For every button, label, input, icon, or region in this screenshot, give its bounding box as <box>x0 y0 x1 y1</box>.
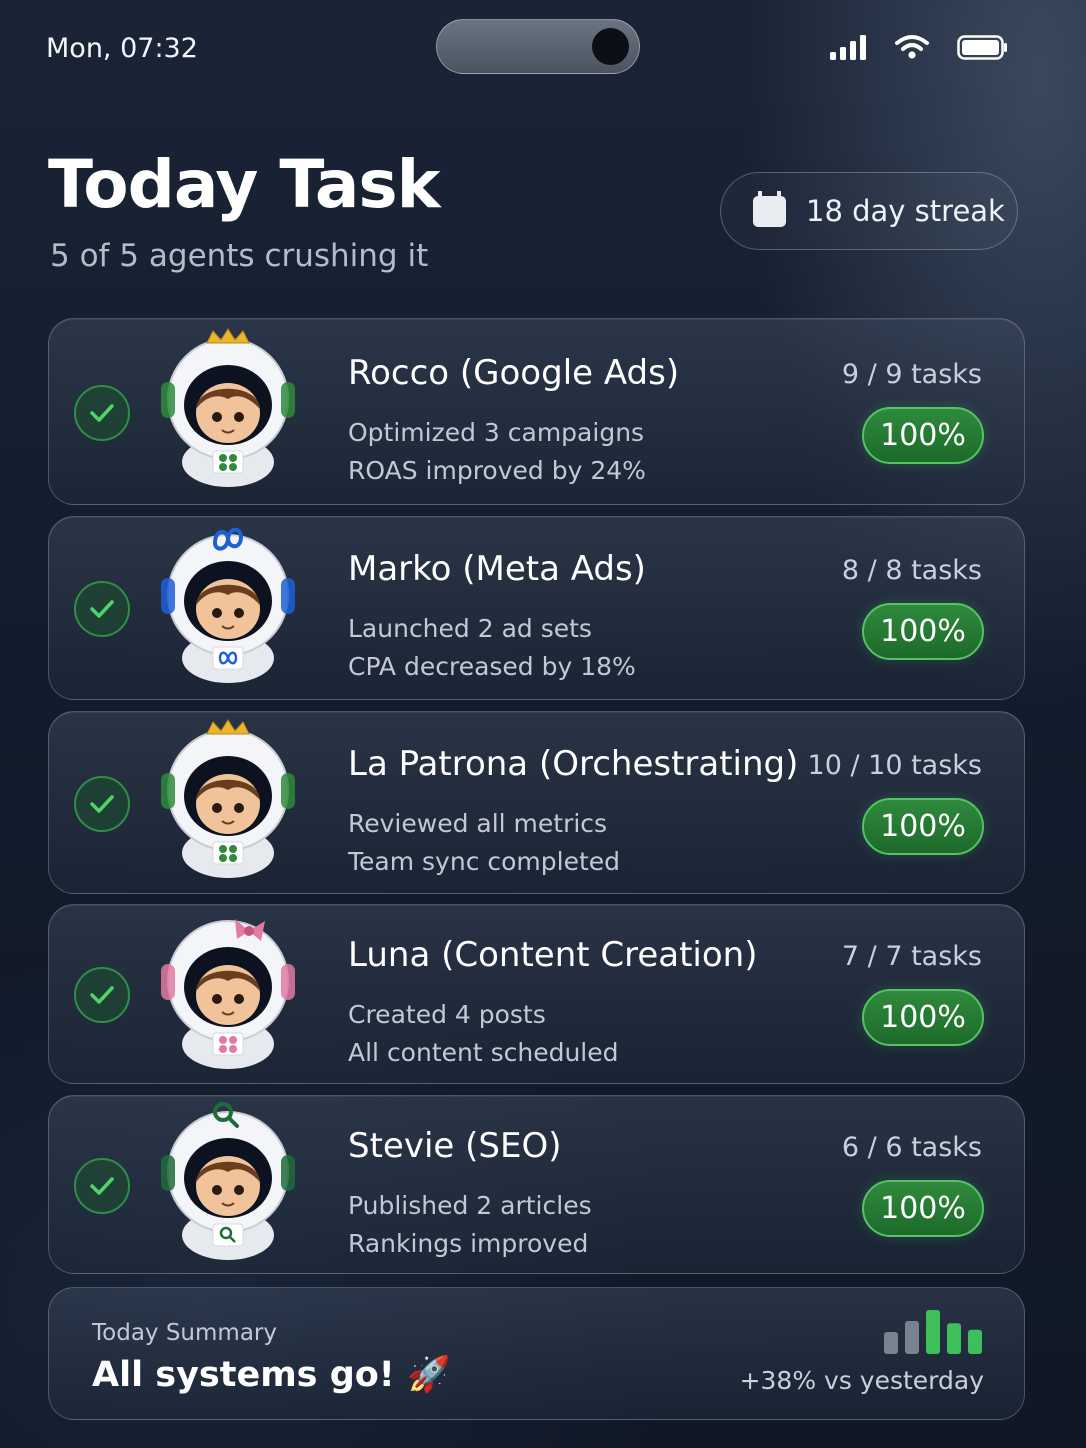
agent-detail-1: Reviewed all metrics <box>348 808 608 838</box>
wifi-icon <box>895 35 929 59</box>
summary-card[interactable]: Today Summary All systems go! 🚀 +38% vs … <box>48 1287 1025 1420</box>
completion-badge: 100% <box>862 406 984 464</box>
completion-badge: 100% <box>862 1179 984 1237</box>
task-count: 6 / 6 tasks <box>841 1131 982 1163</box>
agent-detail-2: Team sync completed <box>348 846 621 876</box>
summary-trend: +38% vs yesterday <box>739 1366 984 1395</box>
dynamic-island <box>436 19 640 74</box>
streak-badge[interactable]: 18 day streak <box>720 172 1018 250</box>
trend-bar <box>884 1332 898 1354</box>
task-count: 10 / 10 tasks <box>807 749 982 781</box>
check-icon <box>74 384 130 441</box>
agent-card[interactable]: Rocco (Google Ads) Optimized 3 campaigns R… <box>48 318 1025 505</box>
check-icon <box>74 1157 130 1214</box>
astronaut-crown-clover-icon <box>157 718 299 882</box>
agent-name: Stevie (SEO) <box>348 1125 562 1166</box>
trend-bars-icon <box>884 1310 982 1354</box>
calendar-icon <box>753 190 786 227</box>
completion-badge: 100% <box>862 603 984 660</box>
agent-name: Marko (Meta Ads) <box>348 549 646 589</box>
page-title: Today Task <box>48 146 441 223</box>
agent-card[interactable]: Stevie (SEO) Published 2 articles Rankings… <box>48 1095 1025 1274</box>
agent-card[interactable]: Luna (Content Creation) Created 4 posts Al… <box>48 904 1025 1084</box>
trend-bar <box>968 1329 982 1354</box>
task-count: 9 / 9 tasks <box>841 358 982 390</box>
agent-detail-1: Published 2 articles <box>348 1190 592 1220</box>
signal-icon <box>830 34 866 60</box>
status-time: Mon, 07:32 <box>46 33 198 64</box>
agent-card[interactable]: Marko (Meta Ads) Launched 2 ad sets CPA de… <box>48 516 1025 700</box>
streak-label: 18 day streak <box>806 194 1005 228</box>
agent-card[interactable]: La Patrona (Orchestrating) Reviewed all m… <box>48 711 1025 894</box>
summary-label: Today Summary <box>92 1320 277 1346</box>
astronaut-crown-clover-icon <box>157 327 299 491</box>
task-count: 8 / 8 tasks <box>841 555 982 586</box>
trend-bar <box>947 1323 961 1354</box>
camera-dot <box>592 28 629 65</box>
agent-name: Rocco (Google Ads) <box>348 352 680 393</box>
completion-badge: 100% <box>862 989 984 1046</box>
agent-detail-2: CPA decreased by 18% <box>348 652 636 681</box>
trend-bar <box>905 1321 919 1354</box>
agent-detail-2: All content scheduled <box>348 1038 619 1067</box>
check-icon <box>74 581 130 637</box>
trend-bar <box>926 1310 940 1354</box>
task-count: 7 / 7 tasks <box>841 941 982 972</box>
agent-detail-1: Launched 2 ad sets <box>348 614 592 643</box>
battery-icon <box>957 34 1007 60</box>
summary-text: All systems go! 🚀 <box>92 1355 451 1395</box>
check-icon <box>74 967 130 1023</box>
astronaut-meta-icon <box>157 523 299 687</box>
page-subtitle: 5 of 5 agents crushing it <box>50 238 429 274</box>
status-icons <box>830 34 1008 60</box>
astronaut-magnifier-icon <box>157 1100 299 1264</box>
agent-detail-2: Rankings improved <box>348 1228 589 1258</box>
check-icon <box>74 775 130 832</box>
completion-badge: 100% <box>862 797 984 855</box>
agent-name: La Patrona (Orchestrating) <box>348 743 799 784</box>
agent-detail-2: ROAS improved by 24% <box>348 455 646 485</box>
agent-name: Luna (Content Creation) <box>348 935 758 975</box>
agent-detail-1: Created 4 posts <box>348 1000 546 1029</box>
agent-detail-1: Optimized 3 campaigns <box>348 417 645 447</box>
astronaut-bow-icon <box>157 909 299 1073</box>
